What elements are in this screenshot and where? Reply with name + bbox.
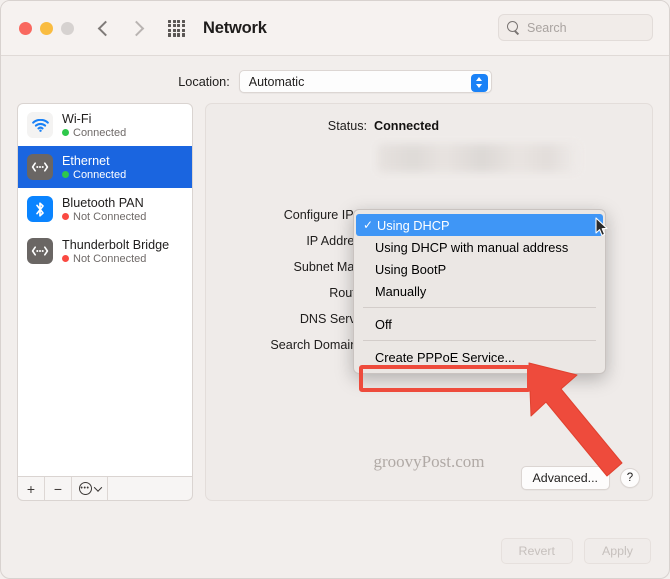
traffic-lights xyxy=(19,21,74,35)
sidebar-item-status: Connected xyxy=(62,169,126,181)
remove-service-button[interactable]: − xyxy=(45,477,72,500)
mouse-cursor-icon xyxy=(595,217,609,242)
apply-button: Apply xyxy=(584,538,651,564)
status-dot-icon xyxy=(62,171,69,178)
grid-apps-icon[interactable] xyxy=(168,19,185,37)
sidebar-item-label: Bluetooth PAN xyxy=(62,195,144,210)
configure-ipv4-label: Configure IPv4 xyxy=(283,208,367,222)
sidebar-item-wifi[interactable]: Wi-Fi Connected xyxy=(18,104,192,146)
gear-icon: ••• xyxy=(78,482,92,495)
network-services-list: Wi-Fi Connected Ethernet Connected Bluet… xyxy=(17,103,193,477)
sidebar-item-label: Ethernet xyxy=(62,153,110,168)
network-preferences-window: Network Search Location: Automatic Wi-Fi… xyxy=(0,0,670,579)
ip-address-label: IP Address xyxy=(306,234,367,248)
chevron-down-icon xyxy=(93,482,102,492)
sidebar: Wi-Fi Connected Ethernet Connected Bluet… xyxy=(17,103,193,501)
menu-item-off[interactable]: Off xyxy=(354,313,605,335)
minimize-button[interactable] xyxy=(40,21,53,35)
bluetooth-icon xyxy=(27,196,53,222)
sidebar-toolbar: + − ••• xyxy=(17,477,193,501)
dns-server-label: DNS Server xyxy=(299,312,367,326)
blurred-status-detail xyxy=(378,144,578,172)
sidebar-item-thunderbolt-bridge[interactable]: Thunderbolt Bridge Not Connected xyxy=(18,230,192,272)
checkmark-icon: ✓ xyxy=(363,218,374,232)
location-row: Location: Automatic xyxy=(1,70,669,93)
sidebar-item-status: Not Connected xyxy=(62,253,169,265)
wifi-icon xyxy=(27,112,53,138)
menu-item-label: Manually xyxy=(375,283,427,299)
close-button[interactable] xyxy=(19,21,32,35)
menu-item-using-dhcp[interactable]: ✓ Using DHCP xyxy=(356,214,603,236)
revert-button: Revert xyxy=(500,538,573,564)
status-label: Status: xyxy=(327,119,367,133)
navigation-arrows xyxy=(97,20,145,36)
menu-item-label: Using DHCP with manual address xyxy=(375,239,569,255)
annotation-arrow-icon xyxy=(521,357,631,487)
menu-item-label: Using DHCP xyxy=(377,217,450,233)
menu-item-manually[interactable]: Manually xyxy=(354,280,605,302)
ethernet-icon xyxy=(27,238,53,264)
status-dot-icon xyxy=(62,255,69,262)
sidebar-item-label: Thunderbolt Bridge xyxy=(62,237,170,252)
status-row: Status: Connected xyxy=(206,104,652,133)
chevron-right-icon xyxy=(128,20,145,36)
location-select[interactable]: Automatic xyxy=(238,70,492,93)
menu-item-label: Create PPPoE Service... xyxy=(375,349,516,365)
sidebar-item-bluetooth-pan[interactable]: Bluetooth PAN Not Connected xyxy=(18,188,192,230)
menu-item-using-dhcp-manual-address[interactable]: Using DHCP with manual address xyxy=(354,236,605,258)
chevron-left-icon[interactable] xyxy=(97,20,114,36)
window-titlebar: Network Search xyxy=(1,1,669,56)
sidebar-item-status: Connected xyxy=(62,127,126,139)
sidebar-item-status: Not Connected xyxy=(62,211,146,223)
menu-item-label: Off xyxy=(375,316,392,332)
subnet-mask-label: Subnet Mask xyxy=(293,260,367,274)
menu-separator xyxy=(363,307,596,308)
chevron-updown-icon[interactable] xyxy=(470,73,488,92)
status-dot-icon xyxy=(62,129,69,136)
router-label: Router xyxy=(329,286,367,300)
menu-item-using-bootp[interactable]: Using BootP xyxy=(354,258,605,280)
search-icon xyxy=(507,21,520,34)
toolbar-filler xyxy=(108,477,192,500)
page-title: Network xyxy=(203,18,267,37)
search-placeholder: Search xyxy=(527,20,567,35)
search-field[interactable]: Search xyxy=(498,14,653,41)
configure-ipv4-dropdown-menu: ✓ Using DHCP Using DHCP with manual addr… xyxy=(353,209,606,374)
watermark: groovyPost.com xyxy=(373,452,485,471)
footer-actions: Revert Apply xyxy=(500,538,651,564)
status-dot-icon xyxy=(62,213,69,220)
sidebar-item-label: Wi-Fi xyxy=(62,111,92,126)
search-domains-label: Search Domains: xyxy=(270,338,367,352)
location-value: Automatic xyxy=(248,74,305,89)
status-value: Connected xyxy=(374,119,440,133)
service-actions-button[interactable]: ••• xyxy=(72,477,108,500)
ethernet-icon xyxy=(27,154,53,180)
location-label: Location: xyxy=(178,74,230,89)
sidebar-item-ethernet[interactable]: Ethernet Connected xyxy=(18,146,192,188)
zoom-button xyxy=(61,21,74,35)
add-service-button[interactable]: + xyxy=(18,477,45,500)
menu-separator xyxy=(363,340,596,341)
menu-item-label: Using BootP xyxy=(375,261,447,277)
